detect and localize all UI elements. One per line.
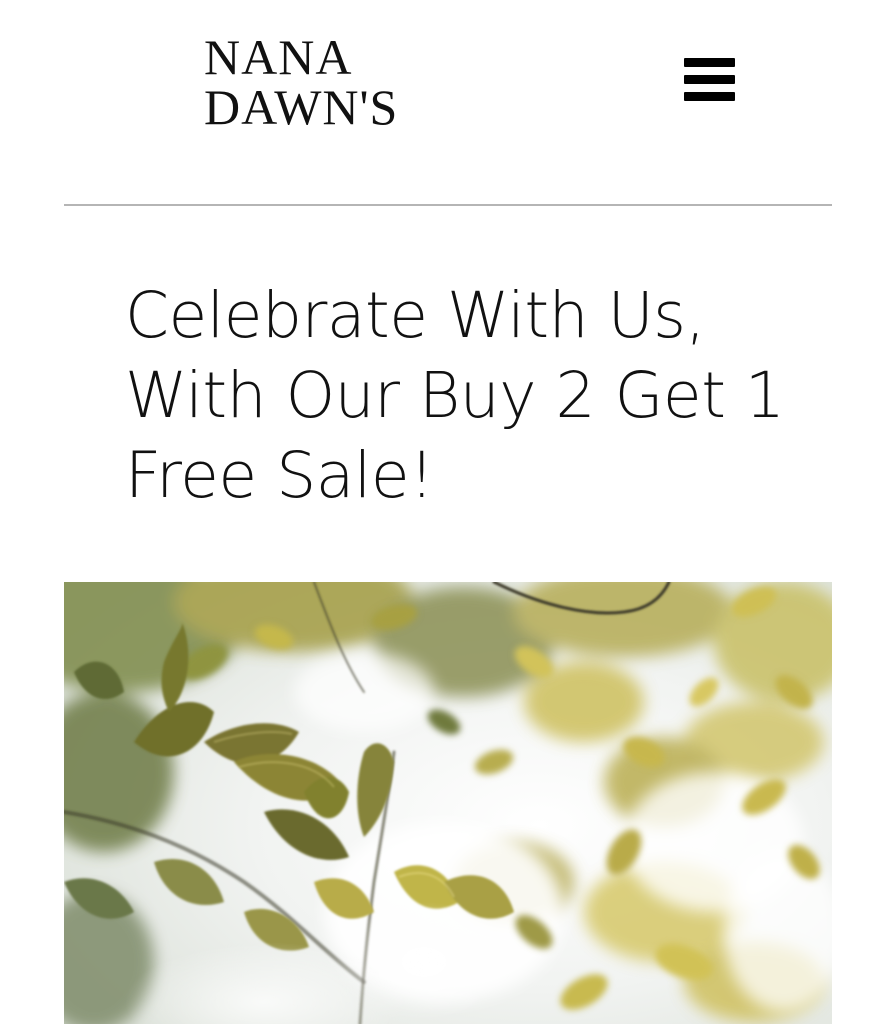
menu-bar — [684, 92, 735, 101]
hero-image — [64, 582, 832, 1024]
menu-bar — [684, 58, 735, 67]
logo-line-2: DAWN'S — [204, 79, 399, 135]
hamburger-menu-icon[interactable] — [680, 54, 738, 104]
site-header: NANA DAWN'S — [0, 0, 882, 206]
header-divider — [64, 204, 832, 206]
site-logo[interactable]: NANA DAWN'S — [204, 32, 398, 132]
menu-bar — [684, 75, 735, 84]
page-headline: Celebrate With Us, With Our Buy 2 Get 1 … — [125, 279, 785, 512]
logo-line-1: NANA — [204, 29, 353, 85]
sunlit-leaves-photo — [64, 582, 832, 1024]
